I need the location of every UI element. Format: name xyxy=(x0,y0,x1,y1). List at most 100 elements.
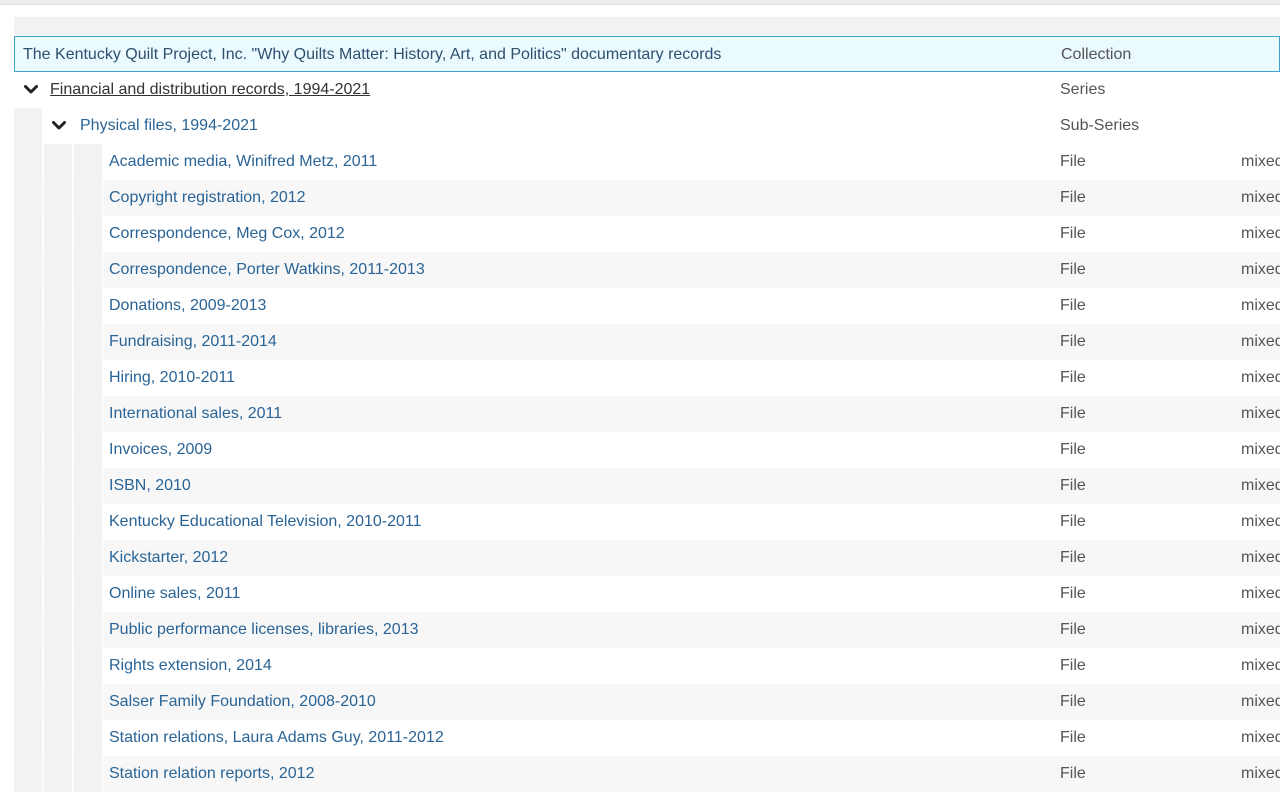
indent-guide xyxy=(74,216,103,252)
indent-guide xyxy=(74,252,103,288)
indent-guide xyxy=(74,684,103,720)
level-type: Collection xyxy=(1061,46,1132,63)
indent-guide xyxy=(44,216,73,252)
tree-row-file[interactable]: Correspondence, Porter Watkins, 2011-201… xyxy=(14,252,1280,288)
container-type: mixed xyxy=(1241,261,1280,278)
file-list: Academic media, Winifred Metz, 2011 File m… xyxy=(14,144,1280,792)
file-title[interactable]: Correspondence, Porter Watkins, 2011-201… xyxy=(109,252,1039,288)
level-type: File xyxy=(1060,297,1086,314)
level-type: File xyxy=(1060,441,1086,458)
indent-guide xyxy=(14,468,43,504)
container-type: mixed xyxy=(1241,585,1280,602)
container-type: mixed xyxy=(1241,513,1280,530)
indent-guide xyxy=(74,504,103,540)
tree-row-file[interactable]: Copyright registration, 2012 File mixed xyxy=(14,180,1280,216)
container-type: mixed xyxy=(1241,693,1280,710)
indent-guide xyxy=(14,180,43,216)
file-title[interactable]: Academic media, Winifred Metz, 2011 xyxy=(109,144,1039,180)
tree-row-file[interactable]: ISBN, 2010 File mixed xyxy=(14,468,1280,504)
indent-guide xyxy=(74,288,103,324)
tree-row-file[interactable]: Invoices, 2009 File mixed xyxy=(14,432,1280,468)
file-title[interactable]: Salser Family Foundation, 2008-2010 xyxy=(109,684,1039,720)
level-type: Sub-Series xyxy=(1060,117,1140,134)
tree-row-file[interactable]: Public performance licenses, libraries, … xyxy=(14,612,1280,648)
tree-row-collection[interactable]: The Kentucky Quilt Project, Inc. "Why Qu… xyxy=(14,36,1280,72)
tree-row-file[interactable]: Academic media, Winifred Metz, 2011 File m… xyxy=(14,144,1280,180)
level-type: File xyxy=(1060,189,1086,206)
tree-row-file[interactable]: Donations, 2009-2013 File mixed xyxy=(14,288,1280,324)
file-title[interactable]: International sales, 2011 xyxy=(109,396,1039,432)
file-title[interactable]: Rights extension, 2014 xyxy=(109,648,1039,684)
file-title[interactable]: ISBN, 2010 xyxy=(109,468,1039,504)
tree-row-file[interactable]: Kentucky Educational Television, 2010-20… xyxy=(14,504,1280,540)
collection-title[interactable]: The Kentucky Quilt Project, Inc. "Why Qu… xyxy=(23,37,1043,73)
container-type: mixed xyxy=(1241,549,1280,566)
indent-guide xyxy=(44,504,73,540)
file-title[interactable]: Invoices, 2009 xyxy=(109,432,1039,468)
indent-guide xyxy=(14,612,43,648)
container-type: mixed xyxy=(1241,621,1280,638)
tree-toolbar xyxy=(14,17,1280,35)
file-title[interactable]: Fundraising, 2011-2014 xyxy=(109,324,1039,360)
file-title[interactable]: Correspondence, Meg Cox, 2012 xyxy=(109,216,1039,252)
indent-guide xyxy=(14,108,43,144)
level-type: File xyxy=(1060,513,1086,530)
level-type: File xyxy=(1060,621,1086,638)
indent-guide xyxy=(44,648,73,684)
level-type: File xyxy=(1060,693,1086,710)
file-title[interactable]: Copyright registration, 2012 xyxy=(109,180,1039,216)
tree-row-file[interactable]: Fundraising, 2011-2014 File mixed xyxy=(14,324,1280,360)
file-title[interactable]: Donations, 2009-2013 xyxy=(109,288,1039,324)
indent-guide xyxy=(74,360,103,396)
indent-guide xyxy=(44,144,73,180)
indent-guide xyxy=(14,684,43,720)
indent-guide xyxy=(44,612,73,648)
file-title[interactable]: Station relation reports, 2012 xyxy=(109,756,1039,792)
indent-guide xyxy=(14,756,43,792)
indent-guide xyxy=(44,720,73,756)
file-title[interactable]: Online sales, 2011 xyxy=(109,576,1039,612)
chevron-down-icon[interactable] xyxy=(16,72,45,108)
indent-guide xyxy=(74,432,103,468)
indent-guide xyxy=(14,396,43,432)
file-title[interactable]: Kentucky Educational Television, 2010-20… xyxy=(109,504,1039,540)
file-title[interactable]: Hiring, 2010-2011 xyxy=(109,360,1039,396)
chevron-down-icon[interactable] xyxy=(44,108,73,144)
container-type: mixed xyxy=(1241,765,1280,782)
tree-row-subseries[interactable]: Physical files, 1994-2021 Sub-Series xyxy=(14,108,1280,144)
file-title[interactable]: Public performance licenses, libraries, … xyxy=(109,612,1039,648)
indent-guide xyxy=(44,540,73,576)
level-type: Series xyxy=(1060,81,1106,98)
subseries-title[interactable]: Physical files, 1994-2021 xyxy=(80,108,1040,144)
level-type: File xyxy=(1060,405,1086,422)
tree-row-file[interactable]: Salser Family Foundation, 2008-2010 File m… xyxy=(14,684,1280,720)
indent-guide xyxy=(74,396,103,432)
indent-guide xyxy=(44,396,73,432)
tree-row-file[interactable]: International sales, 2011 File mixed xyxy=(14,396,1280,432)
indent-guide xyxy=(44,684,73,720)
indent-guide xyxy=(44,252,73,288)
tree-row-file[interactable]: Rights extension, 2014 File mixed xyxy=(14,648,1280,684)
indent-guide xyxy=(14,144,43,180)
level-type: File xyxy=(1060,153,1086,170)
tree-row-file[interactable]: Kickstarter, 2012 File mixed xyxy=(14,540,1280,576)
series-title[interactable]: Financial and distribution records, 1994… xyxy=(50,72,1040,108)
file-title[interactable]: Station relations, Laura Adams Guy, 2011… xyxy=(109,720,1039,756)
container-type: mixed xyxy=(1241,369,1280,386)
indent-guide xyxy=(44,288,73,324)
tree-row-file[interactable]: Station relation reports, 2012 File mixed xyxy=(14,756,1280,792)
indent-guide xyxy=(14,360,43,396)
indent-guide xyxy=(74,468,103,504)
tree-row-series[interactable]: Financial and distribution records, 1994… xyxy=(14,72,1280,108)
container-type: mixed xyxy=(1241,333,1280,350)
indent-guide xyxy=(44,756,73,792)
tree-row-file[interactable]: Station relations, Laura Adams Guy, 2011… xyxy=(14,720,1280,756)
indent-guide xyxy=(74,540,103,576)
file-title[interactable]: Kickstarter, 2012 xyxy=(109,540,1039,576)
tree-row-file[interactable]: Correspondence, Meg Cox, 2012 File mixed xyxy=(14,216,1280,252)
tree-row-file[interactable]: Online sales, 2011 File mixed xyxy=(14,576,1280,612)
container-type: mixed xyxy=(1241,225,1280,242)
indent-guide xyxy=(14,288,43,324)
top-bar xyxy=(0,0,1280,5)
tree-row-file[interactable]: Hiring, 2010-2011 File mixed xyxy=(14,360,1280,396)
